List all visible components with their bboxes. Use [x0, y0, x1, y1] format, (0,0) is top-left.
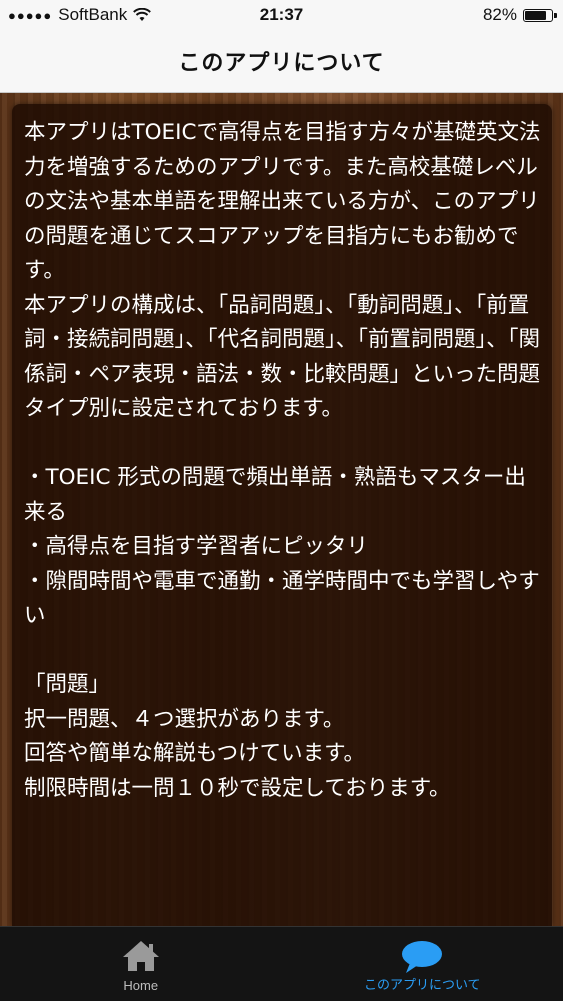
tab-home-label: Home	[123, 978, 158, 993]
tab-about-label: このアプリについて	[364, 974, 481, 993]
speech-bubble-icon	[400, 939, 444, 975]
home-icon	[121, 939, 161, 973]
tab-home[interactable]: Home	[0, 927, 282, 1001]
battery-percent: 82%	[483, 5, 517, 25]
navigation-bar: このアプリについて	[0, 30, 563, 93]
about-text: 本アプリはTOEICで高得点を目指す方々が基礎英文法力を増強するためのアプリです…	[24, 116, 544, 806]
status-time: 21:37	[0, 5, 563, 25]
tab-bar: Home このアプリについて	[0, 926, 563, 1001]
status-bar: ●●●●● SoftBank 21:37 82%	[0, 0, 563, 30]
page-title: このアプリについて	[178, 45, 384, 77]
battery-icon	[523, 9, 553, 22]
battery-fill	[525, 11, 546, 20]
content-panel[interactable]: 本アプリはTOEICで高得点を目指す方々が基礎英文法力を増強するためのアプリです…	[12, 104, 552, 926]
tab-about[interactable]: このアプリについて	[282, 927, 563, 1001]
